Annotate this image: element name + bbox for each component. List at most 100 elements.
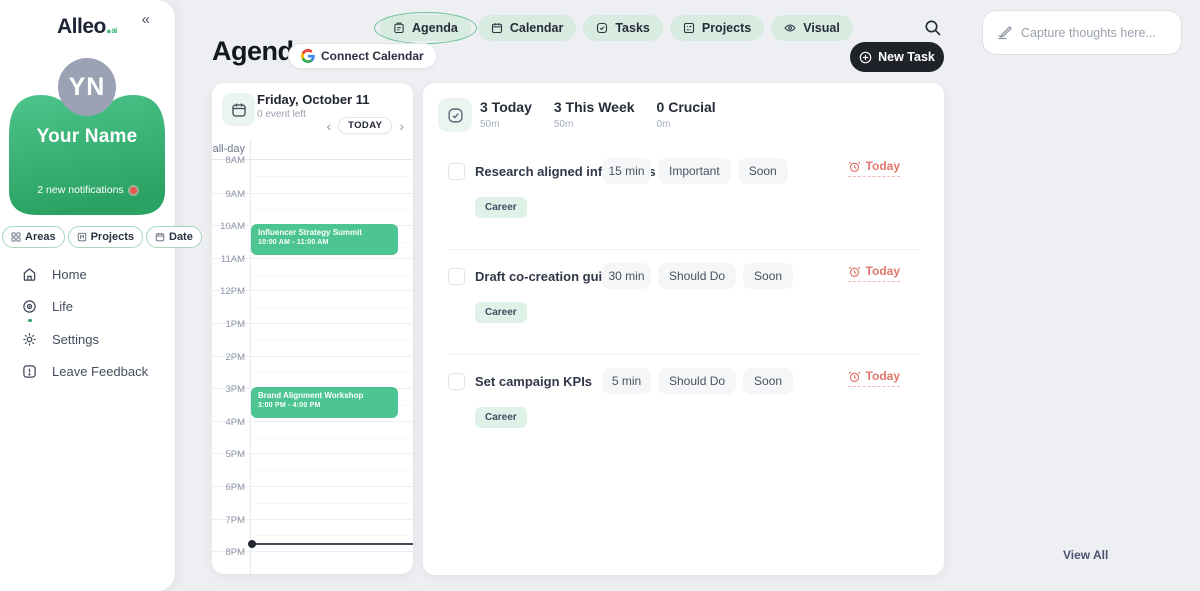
hour-label: 10AM <box>212 221 245 232</box>
check-circle-icon <box>596 22 608 34</box>
sidebar-item-label: Life <box>52 299 73 314</box>
sidebar-filter-tabs: Areas Projects Date <box>2 226 202 248</box>
calendar-panel: Friday, October 11 0 event left ‹ TODAY … <box>212 83 413 574</box>
task-tag[interactable]: Career <box>475 302 527 323</box>
tab-calendar[interactable]: Calendar <box>478 15 577 41</box>
agenda-icon <box>393 22 405 34</box>
filter-tab-label: Projects <box>91 231 134 243</box>
notification-dot-icon <box>130 187 137 194</box>
task-row: Set campaign KPIs 5 min Should Do Soon T… <box>448 363 919 459</box>
event-title: Brand Alignment Workshop <box>258 391 391 400</box>
tasks-header-icon <box>438 98 472 132</box>
stat-label: 3 This Week <box>554 99 635 115</box>
task-checkbox[interactable] <box>448 268 465 285</box>
alarm-icon <box>848 370 861 383</box>
task-pills: 15 min Important Soon <box>602 158 788 184</box>
today-button[interactable]: TODAY <box>338 117 392 134</box>
app-root: Alleo.ai « YN Your Name 2 new notificati… <box>0 0 1200 591</box>
tab-agenda[interactable]: Agenda <box>380 15 471 41</box>
task-duration-pill[interactable]: 5 min <box>602 368 651 394</box>
search-icon[interactable] <box>924 19 942 37</box>
tab-visual[interactable]: Visual <box>771 15 853 41</box>
tab-label: Agenda <box>412 21 458 35</box>
task-priority-pill[interactable]: Should Do <box>658 368 736 394</box>
tab-label: Tasks <box>615 21 650 35</box>
task-duration-pill[interactable]: 15 min <box>602 158 651 184</box>
task-due-badge[interactable]: Today <box>848 264 900 282</box>
notifications[interactable]: 2 new notifications <box>9 184 165 196</box>
quick-capture <box>982 10 1182 55</box>
hour-label: 4PM <box>212 417 245 428</box>
task-due-label: Today <box>866 369 900 383</box>
task-tag[interactable]: Career <box>475 407 527 428</box>
task-when-pill[interactable]: Soon <box>743 368 793 394</box>
calendar-nav: ‹ TODAY › <box>326 117 404 134</box>
calendar-event[interactable]: Influencer Strategy Summit 10:00 AM - 11… <box>251 224 398 255</box>
task-priority-pill[interactable]: Important <box>658 158 731 184</box>
calendar-events-left: 0 event left <box>257 109 306 120</box>
task-due-label: Today <box>866 264 900 278</box>
hour-label: 1PM <box>212 319 245 330</box>
hour-label: 5PM <box>212 449 245 460</box>
feedback-icon <box>22 364 37 379</box>
stat-crucial: 0 Crucial 0m <box>657 99 716 130</box>
task-due-badge[interactable]: Today <box>848 159 900 177</box>
target-icon <box>22 299 37 314</box>
event-time: 3:00 PM - 4:00 PM <box>258 402 391 409</box>
task-priority-pill[interactable]: Should Do <box>658 263 736 289</box>
connect-calendar-button[interactable]: Connect Calendar <box>288 43 437 69</box>
tab-projects[interactable]: Projects <box>670 15 764 41</box>
calendar-header-icon <box>222 93 255 126</box>
grid-icon <box>11 232 21 242</box>
hour-row: 8PM <box>212 551 413 573</box>
filter-tab-areas[interactable]: Areas <box>2 226 65 248</box>
task-when-pill[interactable]: Soon <box>738 158 788 184</box>
filter-tab-date[interactable]: Date <box>146 226 202 248</box>
task-row: Research aligned influencers 15 min Impo… <box>448 153 919 250</box>
next-day-icon[interactable]: › <box>399 119 404 133</box>
stat-sub: 50m <box>554 119 635 130</box>
visual-icon <box>784 22 796 34</box>
hour-label: 2PM <box>212 352 245 363</box>
task-stats: 3 Today 50m 3 This Week 50m 0 Crucial 0m <box>480 99 716 130</box>
avatar[interactable]: YN <box>58 58 116 116</box>
task-checkbox[interactable] <box>448 163 465 180</box>
plus-circle-icon <box>859 51 872 64</box>
all-day-label: all-day <box>212 143 245 155</box>
task-title[interactable]: Set campaign KPIs <box>475 374 592 389</box>
task-tag[interactable]: Career <box>475 197 527 218</box>
task-when-pill[interactable]: Soon <box>743 263 793 289</box>
prev-day-icon[interactable]: ‹ <box>326 119 331 133</box>
task-pills: 30 min Should Do Soon <box>602 263 793 289</box>
stat-today: 3 Today 50m <box>480 99 532 130</box>
sidebar-collapse-icon[interactable]: « <box>142 11 150 28</box>
task-main: Draft co-creation guidelines 30 min Shou… <box>448 258 919 294</box>
hour-label: 12PM <box>212 286 245 297</box>
current-time-dot <box>248 540 256 548</box>
task-duration-pill[interactable]: 30 min <box>602 263 651 289</box>
notifications-label: 2 new notifications <box>37 184 123 196</box>
quick-capture-pen-icon <box>997 25 1013 41</box>
filter-tab-projects[interactable]: Projects <box>68 226 143 248</box>
task-checkbox[interactable] <box>448 373 465 390</box>
calendar-event[interactable]: Brand Alignment Workshop 3:00 PM - 4:00 … <box>251 387 398 418</box>
sidebar-item-life[interactable]: Life <box>22 291 162 324</box>
task-row: Draft co-creation guidelines 30 min Shou… <box>448 258 919 355</box>
new-task-button[interactable]: New Task <box>850 42 944 72</box>
alarm-icon <box>848 265 861 278</box>
logo-text: Alleo <box>57 15 106 38</box>
task-main: Research aligned influencers 15 min Impo… <box>448 153 919 189</box>
sidebar-item-feedback[interactable]: Leave Feedback <box>22 356 162 389</box>
hour-label: 8AM <box>212 155 245 166</box>
app-logo: Alleo.ai <box>57 15 117 39</box>
task-due-badge[interactable]: Today <box>848 369 900 387</box>
sidebar-item-settings[interactable]: Settings <box>22 323 162 356</box>
calendar-grid: all-day 8AM 9AM 10AM 11AM 12PM 1PM 2PM 3… <box>212 140 413 574</box>
gear-icon <box>22 332 37 347</box>
capture-input[interactable] <box>1021 26 1167 40</box>
view-all-link[interactable]: View All <box>1063 548 1108 562</box>
sidebar-item-home[interactable]: Home <box>22 258 162 291</box>
hour-label: 6PM <box>212 482 245 493</box>
user-name: Your Name <box>9 126 165 148</box>
tab-tasks[interactable]: Tasks <box>583 15 663 41</box>
